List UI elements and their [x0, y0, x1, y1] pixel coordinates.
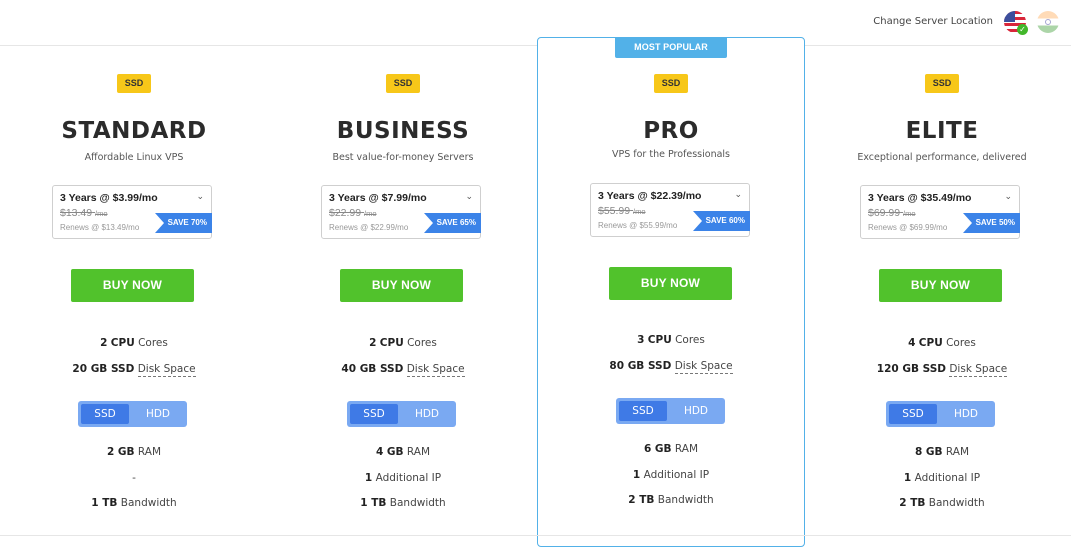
toggle-ssd[interactable]: SSD [889, 404, 937, 424]
toggle-ssd[interactable]: SSD [81, 404, 129, 424]
renews-text: Renews @ $13.49/mo [60, 223, 140, 232]
ram-feature: 4 GB RAM [375, 446, 431, 458]
old-price: $13.49 /mo [60, 207, 108, 219]
plan-name: BUSINESS [336, 118, 470, 144]
buy-now-button[interactable]: BUY NOW [609, 267, 732, 300]
plan-subtitle: Exceptional performance, delivered [857, 152, 1027, 163]
disk-space-tooltip[interactable]: Disk Space [949, 363, 1008, 377]
ip-feature: 1 Additional IP [903, 472, 981, 484]
term-label: 3 Years @ $22.39/mo [598, 190, 702, 202]
old-price: $22.99 /mo [329, 207, 377, 219]
buy-now-button[interactable]: BUY NOW [879, 269, 1002, 302]
ip-feature: 1 Additional IP [632, 469, 710, 481]
bandwidth-feature: 1 TB Bandwidth [360, 497, 446, 509]
chevron-down-icon: ⌄ [734, 189, 742, 199]
ip-feature: 1 Additional IP [364, 472, 442, 484]
plan-subtitle: Affordable Linux VPS [84, 152, 184, 163]
toggle-hdd[interactable]: HDD [670, 401, 722, 421]
bottom-divider [0, 535, 1071, 536]
renews-text: Renews @ $69.99/mo [868, 223, 948, 232]
renews-text: Renews @ $55.99/mo [598, 221, 678, 230]
old-price: $69.99 /mo [868, 207, 916, 219]
plan-card-pro: MOST POPULAR SSD PRO VPS for the Profess… [537, 37, 805, 547]
toggle-hdd[interactable]: HDD [940, 404, 992, 424]
save-badge: SAVE 50% [963, 213, 1020, 233]
cpu-feature: 2 CPU Cores [100, 337, 168, 349]
term-label: 3 Years @ $35.49/mo [868, 192, 972, 204]
buy-now-button[interactable]: BUY NOW [340, 269, 463, 302]
bandwidth-feature: 1 TB Bandwidth [91, 497, 177, 509]
save-badge: SAVE 65% [424, 213, 481, 233]
disk-space-tooltip[interactable]: Disk Space [674, 360, 733, 374]
storage-toggle: SSD HDD [347, 401, 456, 427]
ip-feature: - [132, 472, 136, 484]
ram-feature: 8 GB RAM [914, 446, 970, 458]
disk-feature: 20 GB SSD Disk Space [72, 363, 196, 377]
ssd-tag: SSD [654, 74, 688, 93]
disk-space-tooltip[interactable]: Disk Space [406, 363, 465, 377]
plan-name: ELITE [905, 118, 979, 144]
plan-name: STANDARD [61, 118, 207, 144]
term-label: 3 Years @ $3.99/mo [60, 192, 158, 204]
plan-card-business: SSD BUSINESS Best value-for-money Server… [269, 0, 537, 538]
bandwidth-feature: 2 TB Bandwidth [899, 497, 985, 509]
disk-feature: 120 GB SSD Disk Space [876, 363, 1008, 377]
toggle-hdd[interactable]: HDD [401, 404, 453, 424]
disk-space-tooltip[interactable]: Disk Space [137, 363, 196, 377]
term-select[interactable]: 3 Years @ $22.39/mo ⌄ $55.99 /mo Renews … [590, 183, 750, 237]
disk-feature: 80 GB SSD Disk Space [609, 360, 733, 374]
plan-card-standard: SSD STANDARD Affordable Linux VPS 3 Year… [0, 0, 268, 538]
toggle-hdd[interactable]: HDD [132, 404, 184, 424]
term-select[interactable]: 3 Years @ $7.99/mo ⌄ $22.99 /mo Renews @… [321, 185, 481, 239]
ram-feature: 6 GB RAM [643, 443, 699, 455]
plan-card-elite: SSD ELITE Exceptional performance, deliv… [808, 0, 1071, 538]
chevron-down-icon: ⌄ [1004, 191, 1012, 201]
cpu-feature: 2 CPU Cores [369, 337, 437, 349]
storage-toggle: SSD HDD [616, 398, 725, 424]
term-label: 3 Years @ $7.99/mo [329, 192, 427, 204]
save-badge: SAVE 60% [693, 211, 750, 231]
disk-feature: 40 GB SSD Disk Space [341, 363, 465, 377]
cpu-feature: 4 CPU Cores [908, 337, 976, 349]
toggle-ssd[interactable]: SSD [619, 401, 667, 421]
chevron-down-icon: ⌄ [465, 191, 473, 201]
most-popular-badge: MOST POPULAR [615, 37, 727, 58]
ram-feature: 2 GB RAM [106, 446, 162, 458]
old-price: $55.99 /mo [598, 205, 646, 217]
cpu-feature: 3 CPU Cores [637, 334, 705, 346]
plan-name: PRO [643, 118, 699, 144]
storage-toggle: SSD HDD [886, 401, 995, 427]
chevron-down-icon: ⌄ [196, 191, 204, 201]
buy-now-button[interactable]: BUY NOW [71, 269, 194, 302]
ssd-tag: SSD [925, 74, 959, 93]
term-select[interactable]: 3 Years @ $35.49/mo ⌄ $69.99 /mo Renews … [860, 185, 1020, 239]
storage-toggle: SSD HDD [78, 401, 187, 427]
ssd-tag: SSD [386, 74, 420, 93]
bandwidth-feature: 2 TB Bandwidth [628, 494, 714, 506]
save-badge: SAVE 70% [155, 213, 212, 233]
ssd-tag: SSD [117, 74, 151, 93]
toggle-ssd[interactable]: SSD [350, 404, 398, 424]
term-select[interactable]: 3 Years @ $3.99/mo ⌄ $13.49 /mo Renews @… [52, 185, 212, 239]
plan-subtitle: VPS for the Professionals [611, 149, 730, 160]
renews-text: Renews @ $22.99/mo [329, 223, 409, 232]
plan-subtitle: Best value-for-money Servers [332, 152, 474, 163]
